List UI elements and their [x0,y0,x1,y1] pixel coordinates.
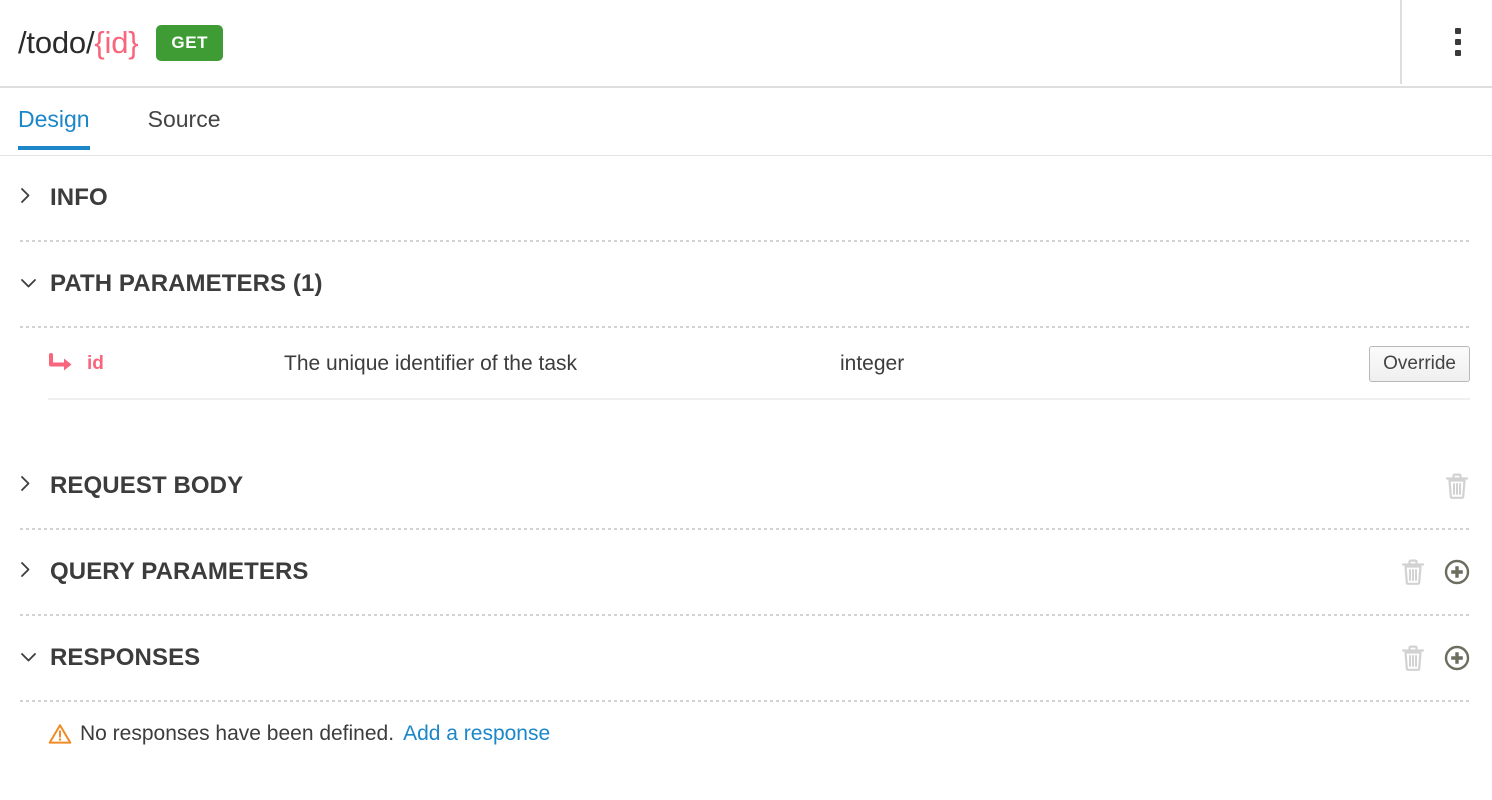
kebab-dot [1455,39,1461,45]
responses-empty-state: No responses have been defined. Add a re… [0,702,1492,766]
param-type: integer [840,352,905,375]
tab-bar: Design Source [0,88,1492,156]
kebab-dot [1455,28,1461,34]
trash-icon[interactable] [1400,644,1426,672]
kebab-menu-icon[interactable] [1424,0,1492,84]
endpoint-path: /todo/{id} [18,25,139,61]
header-divider [1400,0,1402,84]
tab-design[interactable]: Design [18,88,90,150]
param-name: id [87,353,104,374]
chevron-down-icon[interactable] [20,275,38,292]
endpoint-header-left: /todo/{id} GET [0,0,1492,86]
chevron-right-icon[interactable] [20,475,38,495]
corner-down-right-arrow-icon [48,353,76,375]
section-title-info: INFO [50,184,108,211]
section-header-request-body[interactable]: REQUEST BODY [0,444,1492,528]
plus-circle-icon[interactable] [1444,645,1470,671]
table-row: id The unique identifier of the task int… [0,328,1492,400]
trash-icon[interactable] [1400,558,1426,586]
chevron-right-icon[interactable] [20,187,38,207]
section-title-query-parameters: QUERY PARAMETERS [50,558,309,585]
section-title-request-body: REQUEST BODY [50,472,244,499]
responses-empty-message: No responses have been defined. [80,722,395,745]
param-name-cell: id [48,353,284,375]
tab-source[interactable]: Source [148,88,221,131]
endpoint-path-variable: {id} [94,25,139,60]
section-actions-query-parameters [1400,558,1470,586]
warning-triangle-icon [48,723,72,745]
section-header-responses[interactable]: RESPONSES [0,616,1492,700]
param-description: The unique identifier of the task [284,352,578,375]
chevron-right-icon[interactable] [20,561,38,581]
trash-icon[interactable] [1444,472,1470,500]
section-title-responses: RESPONSES [50,644,201,671]
endpoint-path-base: /todo/ [18,25,95,60]
section-actions-responses [1400,644,1470,672]
http-method-badge[interactable]: GET [156,25,224,61]
kebab-dot [1455,50,1461,56]
section-header-path-parameters[interactable]: PATH PARAMETERS (1) [0,242,1492,326]
endpoint-design-content: INFO PATH PARAMETERS (1) id The unique i… [0,156,1492,766]
endpoint-header: /todo/{id} GET [0,0,1492,88]
plus-circle-icon[interactable] [1444,559,1470,585]
section-actions-request-body [1444,472,1470,500]
section-title-path-parameters: PATH PARAMETERS (1) [50,270,323,297]
section-header-query-parameters[interactable]: QUERY PARAMETERS [0,530,1492,614]
override-button[interactable]: Override [1369,346,1470,382]
chevron-down-icon[interactable] [20,649,38,666]
add-a-response-link[interactable]: Add a response [403,722,550,746]
section-header-info[interactable]: INFO [0,156,1492,240]
